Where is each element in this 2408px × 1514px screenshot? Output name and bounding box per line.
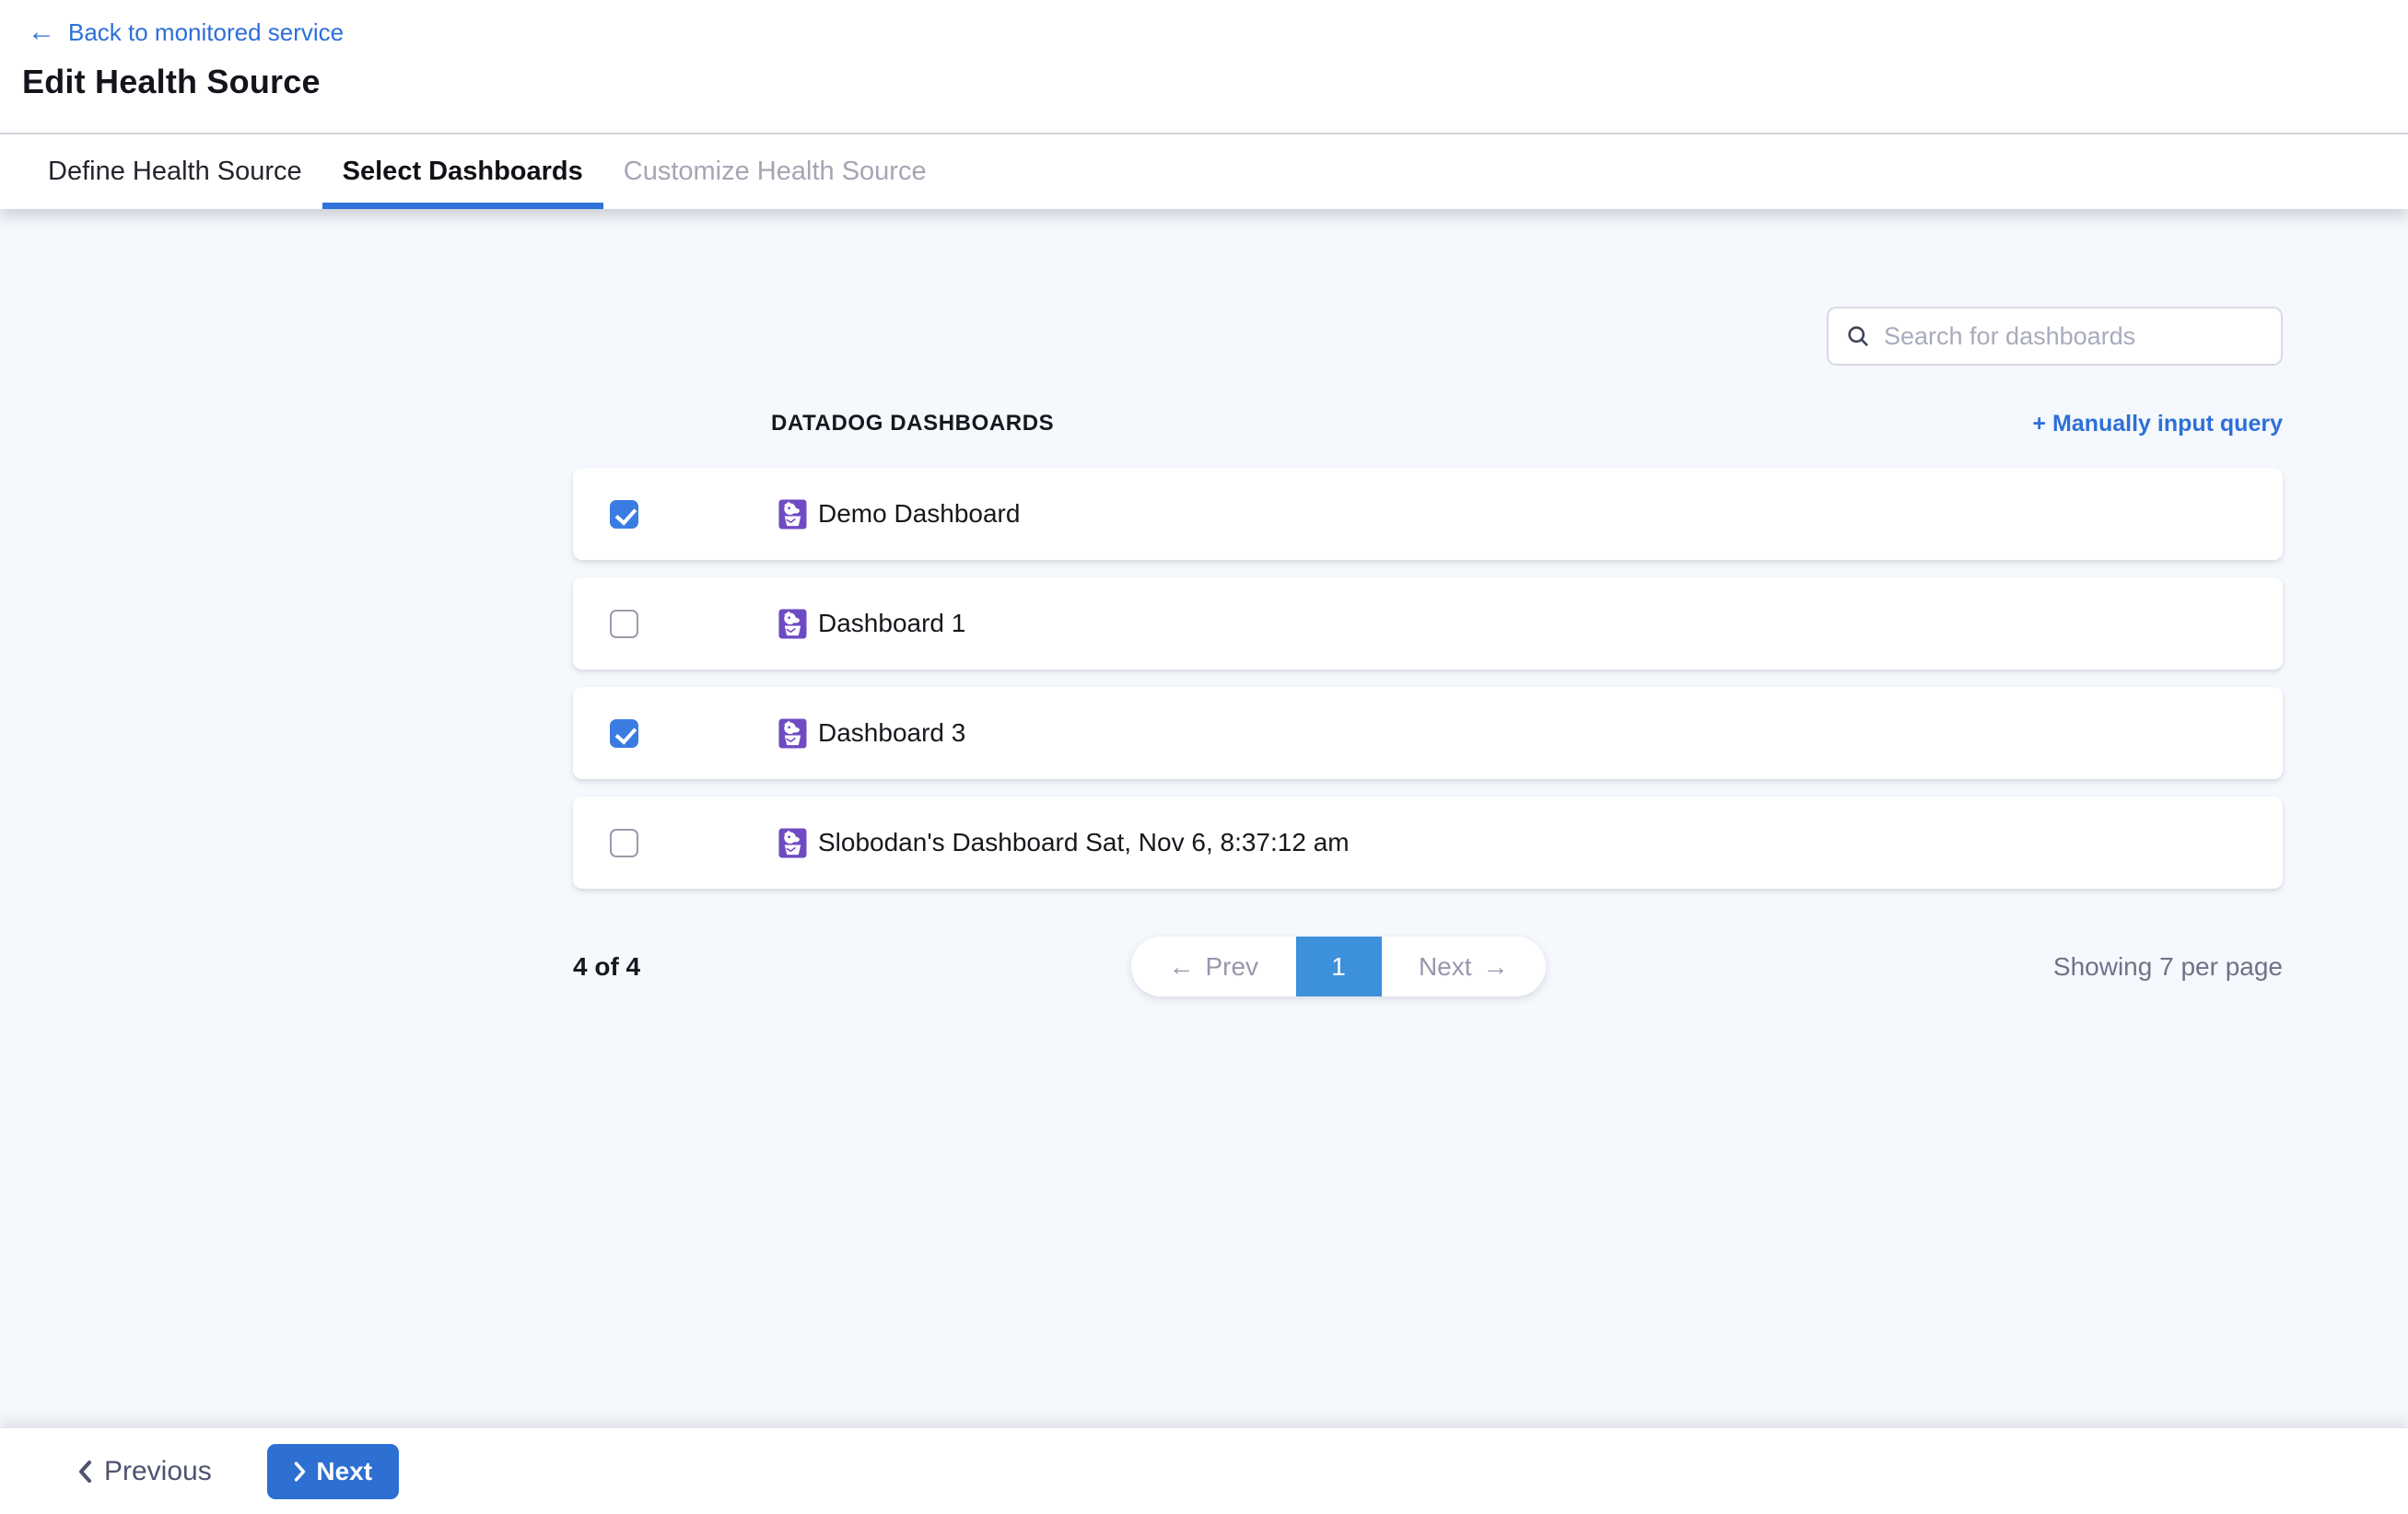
dashboard-name: Dashboard 1 xyxy=(818,609,965,638)
dashboard-list: Demo Dashboard Dashboard 1 xyxy=(573,468,2283,906)
manually-input-query-link[interactable]: + Manually input query xyxy=(2032,411,2283,437)
arrow-left-icon: ← xyxy=(1168,952,1194,982)
dashboard-row[interactable]: Dashboard 3 xyxy=(573,687,2283,779)
search-icon xyxy=(1845,323,1871,349)
list-header-row: DATADOG DASHBOARDS + Manually input quer… xyxy=(573,404,2283,443)
dashboard-checkbox[interactable] xyxy=(610,500,638,529)
datadog-icon xyxy=(778,827,807,859)
dashboard-name: Slobodan's Dashboard Sat, Nov 6, 8:37:12… xyxy=(818,828,1350,857)
tab-define-health-source[interactable]: Define Health Source xyxy=(28,134,322,209)
dashboard-checkbox[interactable] xyxy=(610,829,638,857)
next-step-button[interactable]: Next xyxy=(267,1444,399,1499)
back-arrow-icon: ← xyxy=(28,18,55,46)
dashboard-search[interactable] xyxy=(1827,307,2283,366)
dashboard-row[interactable]: Dashboard 1 xyxy=(573,577,2283,670)
dashboard-name: Demo Dashboard xyxy=(818,499,1020,529)
dashboard-name: Dashboard 3 xyxy=(818,718,965,748)
page-title: Edit Health Source xyxy=(22,63,2408,101)
tab-bar: Define Health Source Select Dashboards C… xyxy=(0,134,2408,209)
previous-step-button[interactable]: Previous xyxy=(77,1456,212,1487)
datadog-icon xyxy=(778,498,807,530)
tab-customize-health-source[interactable]: Customize Health Source xyxy=(603,134,947,209)
tab-select-dashboards[interactable]: Select Dashboards xyxy=(322,134,603,209)
page-header: ← Back to monitored service Edit Health … xyxy=(0,0,2408,134)
wizard-footer: Previous Next xyxy=(0,1427,2408,1514)
per-page-label: Showing 7 per page xyxy=(2053,952,2283,982)
arrow-right-icon: → xyxy=(1483,952,1509,982)
content-area: DATADOG DASHBOARDS + Manually input quer… xyxy=(0,209,2408,1427)
datadog-icon xyxy=(778,717,807,750)
pagination-row: 4 of 4 ← Prev 1 Next → Showing 7 per pag… xyxy=(573,937,2283,996)
prev-page-label: Prev xyxy=(1205,952,1258,982)
dashboard-checkbox[interactable] xyxy=(610,719,638,748)
datadog-icon xyxy=(778,608,807,640)
page-1-button[interactable]: 1 xyxy=(1296,937,1382,996)
back-to-monitored-service-link[interactable]: ← Back to monitored service xyxy=(28,17,344,48)
dashboard-checkbox[interactable] xyxy=(610,610,638,638)
back-link-label: Back to monitored service xyxy=(68,17,344,48)
chevron-right-icon xyxy=(293,1461,307,1483)
item-count-label: 4 of 4 xyxy=(573,952,640,982)
list-column-header: DATADOG DASHBOARDS xyxy=(771,411,1054,437)
chevron-left-icon xyxy=(77,1460,93,1484)
previous-step-label: Previous xyxy=(104,1456,212,1487)
next-step-label: Next xyxy=(316,1457,372,1486)
next-page-label: Next xyxy=(1419,952,1472,982)
dashboard-row[interactable]: Demo Dashboard xyxy=(573,468,2283,560)
next-page-button[interactable]: Next → xyxy=(1382,937,1547,996)
pager: ← Prev 1 Next → xyxy=(1131,937,1546,996)
prev-page-button[interactable]: ← Prev xyxy=(1131,937,1296,996)
dashboard-row[interactable]: Slobodan's Dashboard Sat, Nov 6, 8:37:12… xyxy=(573,797,2283,889)
search-input[interactable] xyxy=(1884,322,2264,351)
